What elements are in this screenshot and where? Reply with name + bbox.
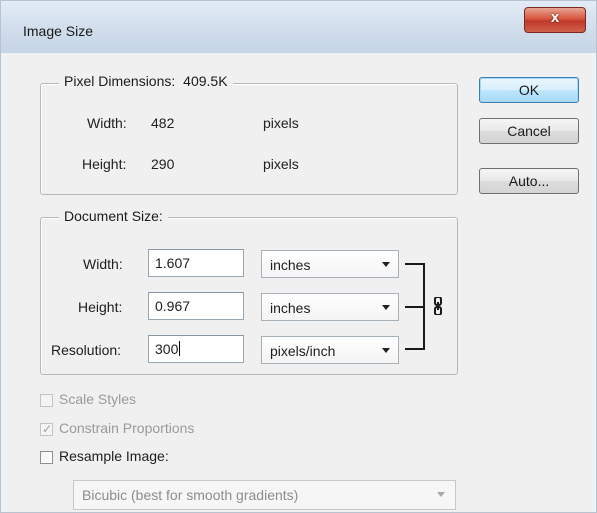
doc-height-label: Height: — [78, 299, 123, 315]
ok-button[interactable]: OK — [479, 77, 579, 103]
pixel-dimensions-legend: Pixel Dimensions: 409.5K — [59, 73, 233, 89]
text-caret — [179, 341, 181, 356]
link-bracket-top — [405, 263, 424, 265]
chevron-down-icon — [382, 348, 390, 353]
doc-width-unit-select[interactable]: inches — [261, 250, 399, 278]
scale-styles-checkbox[interactable] — [40, 394, 53, 407]
document-size-legend: Document Size: — [59, 208, 168, 224]
resolution-input[interactable]: 300 — [148, 335, 244, 363]
resample-method-select[interactable]: Bicubic (best for smooth gradients) — [73, 480, 456, 510]
resolution-value: 300 — [155, 341, 179, 357]
dialog-body: Pixel Dimensions: 409.5K Width: 482 pixe… — [7, 53, 592, 512]
pixel-width-value: 482 — [151, 115, 175, 131]
checkmark-icon: ✓ — [42, 422, 53, 436]
constrain-proportions-label: Constrain Proportions — [59, 420, 195, 436]
chain-link-icon — [434, 297, 442, 315]
pixel-height-label: Height: — [82, 156, 127, 172]
resample-image-checkbox[interactable] — [40, 451, 53, 464]
pixel-width-label: Width: — [87, 115, 127, 131]
resolution-unit-value: pixels/inch — [270, 343, 336, 359]
pixel-width-unit: pixels — [263, 115, 299, 131]
doc-width-input[interactable]: 1.607 — [148, 249, 244, 277]
resample-image-label: Resample Image: — [59, 448, 169, 464]
doc-width-unit-value: inches — [270, 257, 311, 273]
constrain-proportions-checkbox[interactable]: ✓ — [40, 422, 53, 436]
pixel-height-value: 290 — [151, 156, 175, 172]
resolution-label: Resolution: — [51, 342, 122, 358]
doc-width-label: Width: — [83, 256, 123, 272]
doc-height-unit-select[interactable]: inches — [261, 293, 399, 321]
scale-styles-label: Scale Styles — [59, 391, 137, 407]
link-bracket-bottom — [405, 348, 424, 350]
resolution-unit-select[interactable]: pixels/inch — [261, 336, 399, 364]
cancel-button[interactable]: Cancel — [479, 118, 579, 144]
chevron-down-icon — [437, 492, 445, 497]
chevron-down-icon — [382, 262, 390, 267]
pixel-height-unit: pixels — [263, 156, 299, 172]
resample-method-value: Bicubic (best for smooth gradients) — [82, 487, 299, 503]
window-title: Image Size — [23, 23, 94, 39]
pixel-dimensions-group — [40, 83, 458, 195]
image-size-dialog: Image Size x Pixel Dimensions: 409.5K Wi… — [0, 0, 597, 513]
link-bracket-mid — [405, 306, 424, 308]
pixel-dimensions-title: Pixel Dimensions: — [64, 73, 176, 89]
chevron-down-icon — [382, 305, 390, 310]
auto-button[interactable]: Auto... — [479, 168, 579, 194]
title-bar[interactable]: Image Size x — [1, 1, 596, 53]
pixel-dimensions-size: 409.5K — [183, 73, 228, 89]
close-button[interactable]: x — [524, 7, 586, 33]
close-icon: x — [550, 9, 560, 26]
doc-height-input[interactable]: 0.967 — [148, 292, 244, 320]
doc-height-unit-value: inches — [270, 300, 311, 316]
